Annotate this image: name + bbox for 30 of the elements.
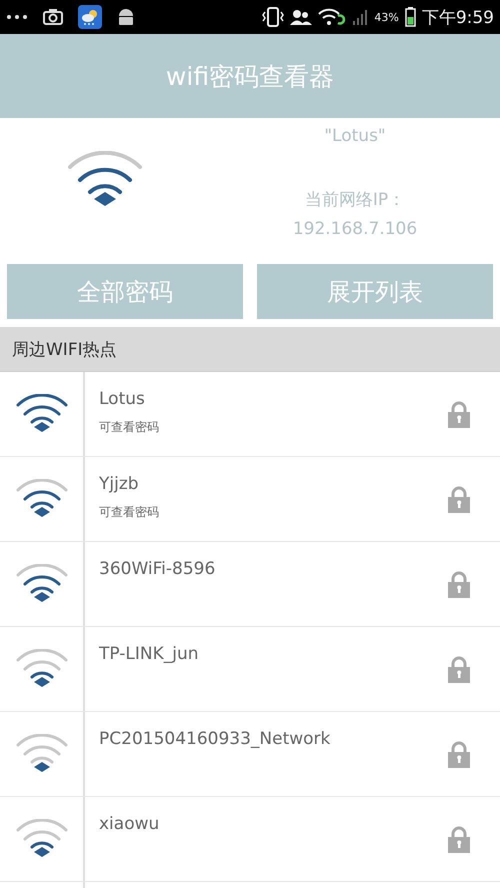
network-row[interactable]: Lotus 可查看密码 [0, 372, 500, 457]
network-name: PC201504160933_Network [99, 729, 332, 749]
network-note: 可查看密码 [99, 419, 160, 436]
ip-address: 192.168.7.106 [292, 219, 418, 239]
network-row[interactable]: 360WiFi-8596 [0, 542, 500, 627]
weather-icon [78, 5, 102, 29]
more-icon [6, 14, 28, 20]
network-name: "Lotus" [324, 126, 386, 146]
vibrate-icon [262, 7, 284, 27]
camera-icon [42, 8, 64, 26]
clock: 下午9:59 [422, 6, 494, 28]
network-name: xiaowu [99, 814, 160, 834]
battery-percent: 43% [374, 10, 399, 24]
ip-label: 当前网络IP： [304, 189, 406, 211]
network-name: Yjjzb [99, 474, 140, 494]
network-row[interactable]: TP-LINK_jun [0, 627, 500, 712]
network-note: 可查看密码 [99, 504, 160, 521]
network-name: 360WiFi-8596 [99, 559, 216, 579]
app-title: wifi密码查看器 [166, 60, 334, 92]
section-title: 周边WIFI热点 [12, 338, 117, 360]
android-icon [116, 7, 136, 27]
network-name: Lotus [99, 389, 146, 409]
battery-icon [404, 7, 416, 27]
network-name: TP-LINK_jun [99, 644, 200, 664]
network-row[interactable]: xiaowu [0, 797, 500, 882]
network-row[interactable]: PC201504160933_Network [0, 712, 500, 797]
wifi-sync-icon [318, 8, 346, 26]
signal-icon [352, 8, 368, 26]
network-row[interactable]: Yjjzb 可查看密码 [0, 457, 500, 542]
contacts-icon [290, 8, 312, 26]
